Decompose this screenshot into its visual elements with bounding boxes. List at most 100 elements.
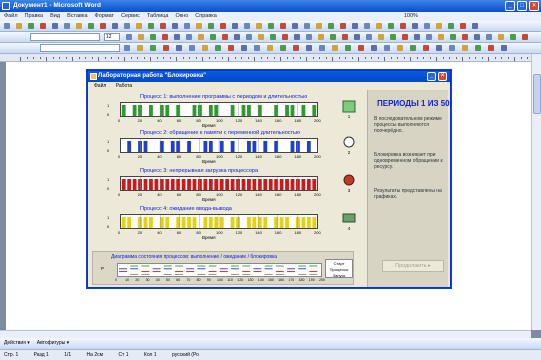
toolbar-icon[interactable]: [340, 23, 346, 29]
toolbar-icon[interactable]: [319, 45, 325, 51]
toolbar-icon[interactable]: [256, 23, 262, 29]
toolbar-icon[interactable]: [450, 34, 456, 40]
toolbar-icon[interactable]: [280, 45, 286, 51]
word-menu-item[interactable]: Правка: [25, 13, 44, 19]
toolbar-icon[interactable]: [475, 45, 481, 51]
toolbar-icon[interactable]: [306, 34, 312, 40]
draw-menu[interactable]: Действия ▾: [4, 340, 30, 346]
toolbar-icon[interactable]: [449, 45, 455, 51]
toolbar-icon[interactable]: [268, 23, 274, 29]
toolbar-icon[interactable]: [254, 45, 260, 51]
scroll-thumb[interactable]: [533, 74, 541, 114]
toolbar-icon[interactable]: [352, 23, 358, 29]
toolbar-icon[interactable]: [258, 34, 264, 40]
toolbar-icon[interactable]: [210, 34, 216, 40]
toolbar-icon[interactable]: [510, 34, 516, 40]
style-dropdown[interactable]: [30, 33, 100, 41]
toolbar-icon[interactable]: [390, 34, 396, 40]
horizontal-ruler[interactable]: [0, 54, 541, 62]
horizontal-scrollbar[interactable]: [0, 330, 531, 338]
toolbar-icon[interactable]: [220, 23, 226, 29]
word-menu-item[interactable]: Вид: [50, 13, 60, 19]
toolbar-icon[interactable]: [306, 45, 312, 51]
toolbar-icon[interactable]: [163, 45, 169, 51]
toolbar-icon[interactable]: [40, 23, 46, 29]
toolbar-icon[interactable]: [150, 45, 156, 51]
font-dropdown[interactable]: [40, 44, 120, 52]
toolbar-icon[interactable]: [112, 23, 118, 29]
toolbar-icon[interactable]: [76, 23, 82, 29]
toolbar-icon[interactable]: [174, 34, 180, 40]
toolbar-icon[interactable]: [498, 34, 504, 40]
toolbar-icon[interactable]: [202, 45, 208, 51]
toolbar-icon[interactable]: [388, 23, 394, 29]
toolbar-icon[interactable]: [267, 45, 273, 51]
toolbar-icon[interactable]: [198, 34, 204, 40]
toolbar-icon[interactable]: [342, 34, 348, 40]
toolbar-icon[interactable]: [376, 23, 382, 29]
toolbar-icon[interactable]: [358, 45, 364, 51]
dialog-close-button[interactable]: ×: [438, 72, 447, 81]
toolbar-icon[interactable]: [270, 34, 276, 40]
process-4-icon[interactable]: [342, 212, 356, 225]
toolbar-icon[interactable]: [345, 45, 351, 51]
toolbar-icon[interactable]: [215, 45, 221, 51]
zoom-level[interactable]: 100%: [404, 13, 418, 19]
process-1-icon[interactable]: [342, 100, 356, 113]
toolbar-icon[interactable]: [126, 34, 132, 40]
toolbar-icon[interactable]: [208, 23, 214, 29]
start-processes-button[interactable]: Старт Процессы Запуск: [325, 259, 353, 278]
toolbar-icon[interactable]: [488, 45, 494, 51]
toolbar-icon[interactable]: [232, 23, 238, 29]
toolbar-icon[interactable]: [424, 23, 430, 29]
toolbar-icon[interactable]: [501, 45, 507, 51]
vertical-scrollbar[interactable]: [531, 54, 541, 330]
toolbar-icon[interactable]: [436, 23, 442, 29]
toolbar-icon[interactable]: [371, 45, 377, 51]
toolbar-icon[interactable]: [460, 23, 466, 29]
toolbar-icon[interactable]: [228, 45, 234, 51]
toolbar-icon[interactable]: [400, 23, 406, 29]
toolbar-icon[interactable]: [402, 34, 408, 40]
word-menu-item[interactable]: Таблица: [147, 13, 169, 19]
toolbar-icon[interactable]: [304, 23, 310, 29]
toolbar-icon[interactable]: [160, 23, 166, 29]
process-3-icon[interactable]: [342, 174, 356, 187]
toolbar-icon[interactable]: [64, 23, 70, 29]
toolbar-icon[interactable]: [486, 34, 492, 40]
toolbar-icon[interactable]: [462, 45, 468, 51]
toolbar-icon[interactable]: [246, 34, 252, 40]
toolbar-icon[interactable]: [448, 23, 454, 29]
toolbar-icon[interactable]: [196, 23, 202, 29]
toolbar-icon[interactable]: [28, 23, 34, 29]
toolbar-icon[interactable]: [52, 23, 58, 29]
toolbar-icon[interactable]: [474, 34, 480, 40]
toolbar-icon[interactable]: [172, 23, 178, 29]
toolbar-icon[interactable]: [330, 34, 336, 40]
minimize-button[interactable]: _: [505, 1, 515, 11]
toolbar-icon[interactable]: [354, 34, 360, 40]
toolbar-icon[interactable]: [426, 34, 432, 40]
toolbar-icon[interactable]: [316, 23, 322, 29]
toolbar-icon[interactable]: [462, 34, 468, 40]
toolbar-icon[interactable]: [364, 23, 370, 29]
font-size-field[interactable]: 12: [104, 33, 120, 41]
toolbar-icon[interactable]: [280, 23, 286, 29]
toolbar-icon[interactable]: [522, 34, 528, 40]
toolbar-icon[interactable]: [150, 34, 156, 40]
toolbar-icon[interactable]: [184, 23, 190, 29]
toolbar-icon[interactable]: [318, 34, 324, 40]
toolbar-icon[interactable]: [88, 23, 94, 29]
toolbar-icon[interactable]: [366, 34, 372, 40]
word-menu-item[interactable]: Файл: [4, 13, 18, 19]
toolbar-icon[interactable]: [136, 23, 142, 29]
close-button[interactable]: ×: [529, 1, 539, 11]
toolbar-icon[interactable]: [100, 23, 106, 29]
toolbar-icon[interactable]: [162, 34, 168, 40]
maximize-button[interactable]: □: [517, 1, 527, 11]
word-menu-item[interactable]: Сервис: [121, 13, 140, 19]
toolbar-icon[interactable]: [414, 34, 420, 40]
dialog-minimize-button[interactable]: _: [427, 72, 436, 81]
toolbar-icon[interactable]: [186, 34, 192, 40]
toolbar-icon[interactable]: [328, 23, 334, 29]
